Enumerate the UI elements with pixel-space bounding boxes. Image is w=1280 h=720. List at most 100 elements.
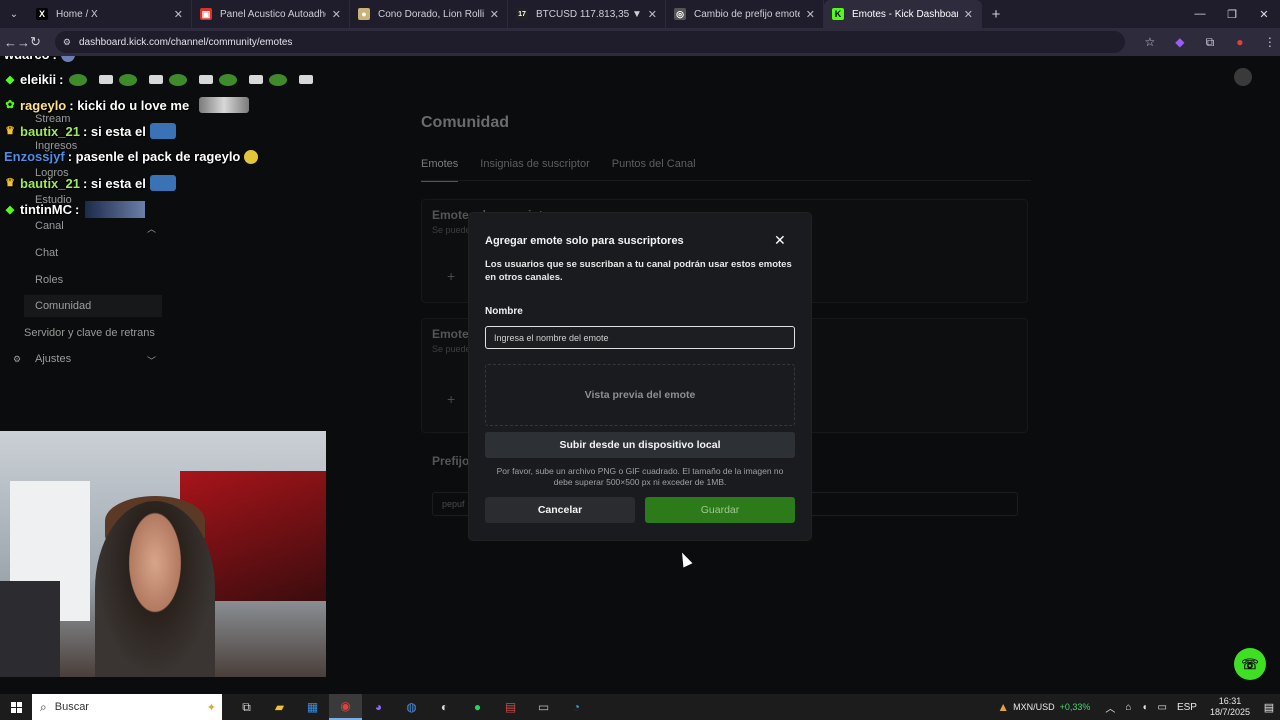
kick-dashboard-page: Stream Ingresos Logros Estudio Canal ︿ C… — [0, 56, 1280, 694]
system-tray: ▲ MXN/USD +0,33% ︿ ⌂ ◖ ▭ ESP 16:31 18/7/… — [997, 694, 1280, 720]
language-indicator[interactable]: ESP — [1177, 702, 1197, 713]
chat-username: tintinMC — [20, 202, 72, 217]
kick-logo-icon: K — [832, 8, 844, 20]
upload-note: Por favor, sube un archivo PNG o GIF cua… — [496, 466, 784, 487]
chevron-up-icon[interactable]: ︿ — [147, 222, 156, 235]
spotify-icon[interactable]: ● — [461, 694, 494, 720]
sidebar-item-servidor[interactable]: Servidor y clave de retrans — [24, 327, 155, 339]
close-tab-icon[interactable]: ✕ — [174, 8, 183, 21]
upload-local-button[interactable]: Subir desde un dispositivo local — [485, 432, 795, 458]
network-icon[interactable]: ⌂ — [1125, 702, 1131, 713]
search-highlight-icon: ✦ — [206, 701, 216, 714]
new-tab-icon[interactable]: + — [982, 6, 1010, 23]
address-bar[interactable]: ⚙ dashboard.kick.com/channel/community/e… — [54, 31, 1125, 53]
globe-icon: ◎ — [674, 8, 686, 20]
chat-text: : — [53, 56, 57, 62]
background-shelf — [0, 581, 60, 677]
windows-start-icon[interactable] — [0, 694, 32, 720]
name-label: Nombre — [485, 306, 523, 317]
tab-title: Cono Dorado, Lion Rolling Circ — [378, 8, 484, 20]
clock[interactable]: 16:31 18/7/2025 — [1210, 696, 1250, 718]
chat-username: bautix_21 — [20, 175, 80, 191]
taskbar-search[interactable]: ⌕ Buscar ✦ — [32, 694, 222, 720]
chat-username: Enzossjyf — [4, 149, 65, 164]
emote-name-input[interactable] — [485, 326, 795, 349]
fx-pair[interactable]: MXN/USD — [1013, 702, 1055, 712]
user-avatar[interactable] — [1234, 68, 1252, 86]
frog-emote-icon — [269, 73, 288, 86]
sidebar-item-ajustes[interactable]: Ajustes — [35, 353, 71, 365]
modal-title: Agregar emote solo para suscriptores — [485, 235, 684, 247]
chat-text: : si esta el — [82, 123, 146, 139]
close-window-icon[interactable]: ✕ — [1248, 0, 1280, 28]
back-icon[interactable]: ← — [4, 35, 17, 50]
save-button[interactable]: Guardar — [645, 497, 795, 523]
close-tab-icon[interactable]: ✕ — [490, 8, 499, 21]
chart-icon: 17 — [516, 8, 528, 20]
reload-icon[interactable]: ↻ — [30, 34, 41, 50]
extension-icon[interactable]: ◆ — [1165, 35, 1195, 50]
tab-btcusd[interactable]: 17 BTCUSD 117.813,35 ▼ −1,19% ✕ — [508, 0, 666, 28]
prefix-title: Prefijo — [432, 454, 470, 468]
add-emote-button[interactable]: + — [447, 391, 455, 407]
speaker-icon[interactable]: ◖ — [1141, 702, 1147, 713]
discord-icon[interactable]: ◕ — [362, 694, 395, 720]
help-chat-icon[interactable]: ☏ — [1234, 648, 1266, 680]
frog-emote-icon — [119, 73, 138, 86]
frog-emote-icon — [169, 73, 188, 86]
minimize-icon[interactable]: — — [1184, 0, 1216, 28]
browser-tab-bar: ⌄ X Home / X ✕ ▣ Panel Acustico Autoadhe… — [0, 0, 1280, 28]
tab-panel-acustico[interactable]: ▣ Panel Acustico Autoadhesivo - ✕ — [192, 0, 350, 28]
menu-dots-icon[interactable]: ⋮ — [1255, 35, 1280, 50]
fx-change: +0,33% — [1059, 702, 1091, 712]
maximize-icon[interactable]: ❐ — [1216, 0, 1248, 28]
chevron-down-icon[interactable]: ﹀ — [147, 354, 156, 367]
chat-message: ♛ bautix_21 : si esta el — [4, 123, 176, 139]
tab-cambio-prefijo[interactable]: ◎ Cambio de prefijo emote ✕ — [666, 0, 824, 28]
site-info-icon[interactable]: ⚙ — [63, 37, 71, 48]
add-emote-button[interactable]: + — [447, 268, 455, 284]
forward-icon[interactable]: → — [17, 35, 30, 50]
sidebar-item-canal[interactable]: Canal — [35, 220, 64, 232]
obs-icon[interactable]: ◐ — [428, 694, 461, 720]
chevron-up-icon[interactable]: ︿ — [1105, 700, 1115, 715]
tab-search-chevron-icon[interactable]: ⌄ — [0, 0, 28, 28]
emoji-icon — [244, 149, 259, 164]
windows-taskbar: ⌕ Buscar ✦ ⧉ ▰ ▦ ◉ ◕ ◍ ◐ ● ▤ ▭ ◔ ▲ MXN/U… — [0, 694, 1280, 720]
cancel-button[interactable]: Cancelar — [485, 497, 635, 523]
frog-emote-icon — [69, 73, 88, 86]
edge-icon[interactable]: ◔ — [560, 694, 593, 720]
bookmark-star-icon[interactable]: ☆ — [1135, 35, 1165, 50]
close-icon[interactable]: ✕ — [774, 232, 786, 249]
close-tab-icon[interactable]: ✕ — [806, 8, 815, 21]
community-tabs: Emotes Insignias de suscriptor Puntos de… — [421, 158, 696, 182]
sidebar-item-roles[interactable]: Roles — [35, 274, 63, 286]
sidebar-item-comunidad[interactable]: Comunidad — [24, 295, 162, 317]
notification-icon[interactable]: ▤ — [1258, 701, 1280, 714]
tab-cono-dorado[interactable]: ● Cono Dorado, Lion Rolling Circ ✕ — [350, 0, 508, 28]
sidebar-item-chat[interactable]: Chat — [35, 247, 58, 259]
tab-title: Home / X — [56, 8, 98, 20]
winrar-icon[interactable]: ▤ — [494, 694, 527, 720]
close-tab-icon[interactable]: ✕ — [332, 8, 341, 21]
tab-insignias[interactable]: Insignias de suscriptor — [480, 158, 589, 182]
chat-username: eleikii — [20, 72, 57, 87]
tab-home-x[interactable]: X Home / X ✕ — [28, 0, 192, 28]
search-placeholder: Buscar — [54, 701, 89, 713]
chat-message: Enzossjyf : pasenle el pack de rageylo — [4, 149, 259, 164]
qbittorrent-icon[interactable]: ◍ — [395, 694, 428, 720]
close-tab-icon[interactable]: ✕ — [648, 8, 657, 21]
tab-emotes[interactable]: Emotes — [421, 158, 459, 182]
app-icon[interactable]: ▭ — [527, 694, 560, 720]
store-icon[interactable]: ▦ — [296, 694, 329, 720]
file-explorer-icon[interactable]: ▰ — [263, 694, 296, 720]
task-view-icon[interactable]: ⧉ — [230, 694, 263, 720]
extensions-puzzle-icon[interactable]: ⧉ — [1195, 35, 1225, 50]
profile-icon[interactable]: ● — [1225, 35, 1255, 50]
emote-icon — [149, 175, 176, 191]
chrome-icon[interactable]: ◉ — [329, 694, 362, 720]
tab-puntos[interactable]: Puntos del Canal — [612, 158, 696, 182]
close-tab-icon[interactable]: ✕ — [964, 8, 973, 21]
battery-icon[interactable]: ▭ — [1157, 702, 1166, 713]
tab-kick-dashboard[interactable]: K Emotes - Kick Dashboard ✕ — [824, 0, 982, 28]
